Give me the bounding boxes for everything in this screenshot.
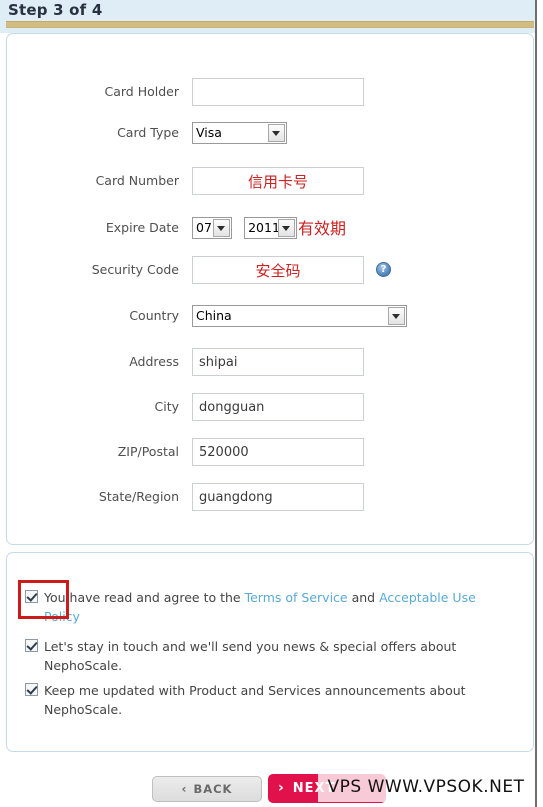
label-card-number: Card Number <box>95 173 179 188</box>
label-city: City <box>154 399 180 414</box>
product-updates-text: Keep me updated with Product and Service… <box>44 683 466 717</box>
form-row-card-number: Card Number <box>7 167 533 195</box>
form-row-card-holder: Card Holder <box>7 78 533 106</box>
label-country: Country <box>129 308 179 323</box>
agree-terms-middle: and <box>347 590 380 605</box>
card-holder-input[interactable] <box>192 78 364 106</box>
newsletter-checkbox[interactable] <box>25 639 38 652</box>
form-row-city: City <box>7 393 533 421</box>
agree-terms-text: You have read and agree to the Terms of … <box>25 588 513 626</box>
form-row-zip: ZIP/Postal <box>7 438 533 466</box>
city-input[interactable] <box>192 393 364 421</box>
terms-of-service-link[interactable]: Terms of Service <box>245 590 348 605</box>
agree-terms-prefix: You have read and agree to the <box>44 590 245 605</box>
back-button-label: BACK <box>193 782 233 796</box>
label-expire-date: Expire Date <box>105 220 179 235</box>
product-updates-row: Keep me updated with Product and Service… <box>25 681 513 719</box>
chevron-down-icon[interactable] <box>388 307 405 325</box>
window-right-gap <box>537 0 543 807</box>
annotation-highlight-box <box>18 580 69 619</box>
terms-panel: You have read and agree to the Terms of … <box>6 552 534 752</box>
label-security-code: Security Code <box>91 262 179 277</box>
product-updates-checkbox[interactable] <box>25 683 38 696</box>
help-icon-glyph: ? <box>380 264 387 275</box>
step-header-band: Step 3 of 4 <box>0 0 536 33</box>
page-title: Step 3 of 4 <box>8 1 103 19</box>
card-number-input[interactable] <box>192 167 364 195</box>
state-region-input[interactable] <box>192 483 364 511</box>
terms-agree-row: You have read and agree to the Terms of … <box>25 588 513 626</box>
gold-divider <box>6 21 534 28</box>
form-row-address: Address <box>7 348 533 376</box>
country-select[interactable]: China <box>192 305 407 327</box>
back-button[interactable]: ‹ BACK <box>152 776 262 802</box>
chevron-left-icon: ‹ <box>181 782 188 796</box>
newsletter-text: Let's stay in touch and we'll send you n… <box>44 639 457 673</box>
chevron-right-icon: › <box>278 780 285 796</box>
label-zip-postal: ZIP/Postal <box>117 444 179 459</box>
expire-date-annotation: 有效期 <box>298 219 347 238</box>
security-code-input[interactable] <box>192 256 364 284</box>
form-row-security-code: Security Code ? <box>7 256 533 284</box>
card-type-select[interactable]: Visa <box>192 122 287 144</box>
chevron-down-icon[interactable] <box>278 219 296 237</box>
site-watermark: VPS WWW.VPSOK.NET <box>318 772 534 802</box>
window-right-border <box>535 0 537 807</box>
country-value: China <box>196 308 232 323</box>
help-icon[interactable]: ? <box>376 262 391 277</box>
newsletter-row: Let's stay in touch and we'll send you n… <box>25 637 513 675</box>
form-row-country: Country China <box>7 302 533 330</box>
label-address: Address <box>129 354 179 369</box>
expire-year-select[interactable]: 2011 <box>244 217 298 239</box>
zip-postal-input[interactable] <box>192 438 364 466</box>
chevron-down-icon[interactable] <box>268 124 285 142</box>
label-card-holder: Card Holder <box>104 84 180 99</box>
address-input[interactable] <box>192 348 364 376</box>
expire-month-select[interactable]: 07 <box>192 217 232 239</box>
chevron-down-icon[interactable] <box>213 219 230 237</box>
form-row-state-region: State/Region <box>7 483 533 511</box>
billing-form-panel: Card Holder Card Type Visa Card Number E… <box>6 33 534 545</box>
label-card-type: Card Type <box>117 125 179 140</box>
label-state-region: State/Region <box>98 489 179 504</box>
form-row-expire-date: Expire Date 07 2011 有效期 <box>7 214 533 242</box>
form-row-card-type: Card Type Visa <box>7 119 533 147</box>
